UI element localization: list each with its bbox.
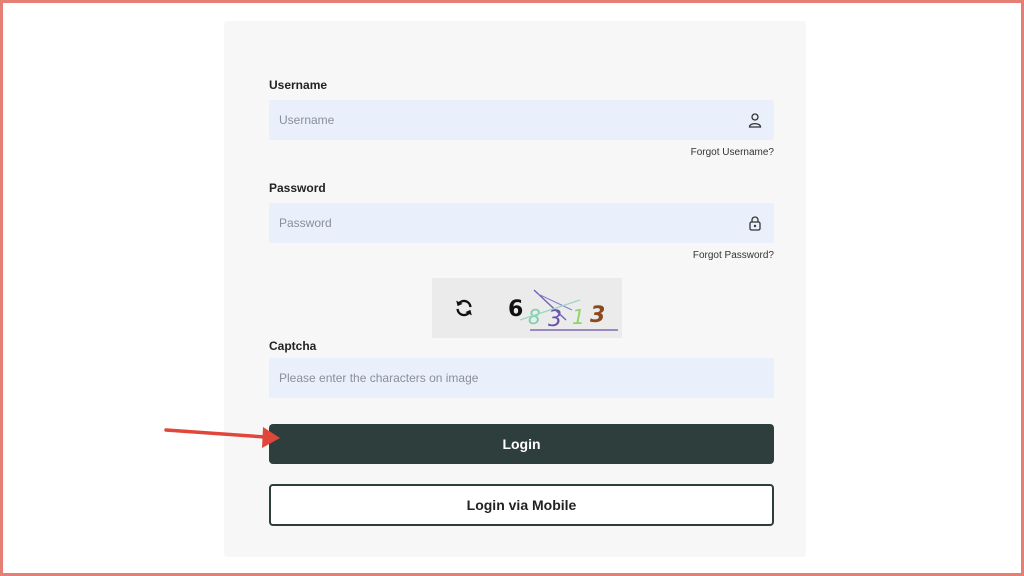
password-field-wrapper	[269, 203, 774, 243]
captcha-char: 3	[590, 303, 605, 328]
captcha-input[interactable]	[269, 358, 774, 398]
username-field-wrapper	[269, 100, 774, 140]
lock-icon	[749, 216, 761, 231]
refresh-icon[interactable]	[453, 297, 475, 319]
password-input[interactable]	[269, 203, 774, 243]
login-button[interactable]: Login	[269, 424, 774, 464]
captcha-label: Captcha	[269, 339, 317, 353]
captcha-field-wrapper	[269, 358, 774, 398]
username-label: Username	[269, 78, 328, 92]
captcha-box: 6 8 3 1 3	[432, 278, 622, 338]
username-input[interactable]	[269, 100, 774, 140]
captcha-char: 3	[548, 307, 562, 332]
forgot-username-link[interactable]: Forgot Username?	[691, 147, 774, 158]
captcha-image: 6 8 3 1 3	[508, 289, 618, 332]
captcha-char: 1	[572, 305, 585, 329]
red-arrow-icon	[164, 427, 280, 448]
forgot-password-link[interactable]: Forgot Password?	[693, 250, 774, 261]
captcha-char: 6	[508, 297, 523, 322]
password-label: Password	[269, 181, 326, 195]
user-icon	[748, 113, 762, 128]
login-via-mobile-button[interactable]: Login via Mobile	[269, 484, 774, 526]
